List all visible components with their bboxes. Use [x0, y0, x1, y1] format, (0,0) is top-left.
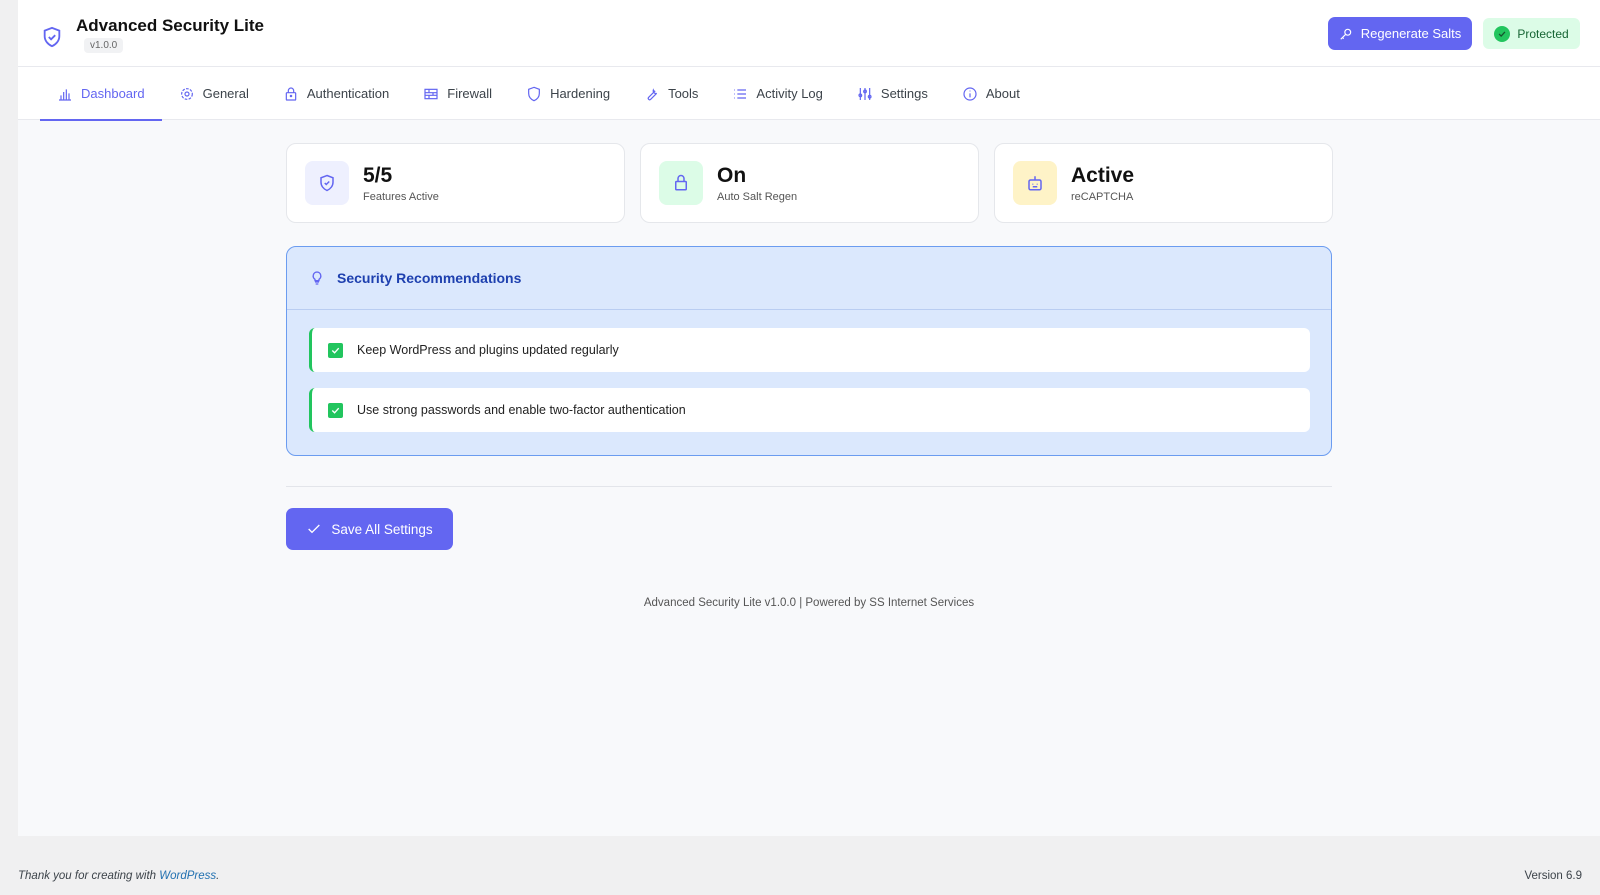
tab-about[interactable]: About	[945, 67, 1037, 120]
lock-icon	[659, 161, 703, 205]
recommendation-item: Keep WordPress and plugins updated regul…	[309, 328, 1310, 372]
shield-icon	[528, 86, 540, 101]
wordpress-link[interactable]: WordPress	[159, 870, 216, 882]
version-badge: v1.0.0	[84, 38, 124, 53]
tab-label: Tools	[668, 86, 699, 101]
save-label: Save All Settings	[331, 521, 433, 537]
shield-logo-icon	[43, 26, 61, 48]
tab-hardening[interactable]: Hardening	[509, 67, 627, 120]
recommendation-text: Use strong passwords and enable two-fact…	[357, 403, 686, 417]
tab-label: Settings	[880, 86, 928, 101]
stat-label: reCAPTCHA	[1071, 190, 1134, 203]
check-circle-icon	[1494, 25, 1511, 42]
plugin-footer: Advanced Security Lite v1.0.0 | Powered …	[643, 597, 975, 609]
tab-label: General	[202, 86, 249, 101]
tab-firewall[interactable]: Firewall	[406, 67, 509, 120]
tab-label: Activity Log	[756, 86, 823, 101]
status-label: Protected	[1517, 26, 1569, 41]
lock-icon	[285, 86, 297, 101]
status-badge: Protected	[1483, 18, 1580, 49]
shield-check-icon	[305, 161, 349, 205]
app-title: Advanced Security Lite	[76, 16, 265, 35]
period: .	[216, 870, 220, 882]
stat-cards: 5/5 Features Active On Auto Salt Regen Act…	[286, 143, 1333, 223]
list-icon	[734, 88, 747, 99]
save-all-settings-button[interactable]: Save All Settings	[286, 508, 453, 550]
tab-activity-log[interactable]: Activity Log	[715, 67, 839, 120]
thanks-text: Thank you for creating with	[18, 870, 160, 882]
tab-authentication[interactable]: Authentication	[266, 67, 406, 120]
check-icon	[328, 402, 343, 418]
tab-label: Dashboard	[81, 86, 145, 101]
stat-value: Active	[1071, 163, 1135, 187]
check-icon	[328, 342, 343, 358]
tab-dashboard[interactable]: Dashboard	[40, 67, 162, 121]
tab-label: Authentication	[306, 86, 390, 101]
tab-label: Firewall	[447, 86, 493, 101]
gear-icon	[180, 87, 193, 100]
tab-label: About	[985, 86, 1020, 101]
tab-bar: Dashboard General Authentication Firewal…	[18, 67, 1600, 121]
key-icon	[1340, 28, 1352, 40]
sliders-icon	[858, 87, 872, 100]
wp-version: Version 6.9	[1524, 870, 1582, 882]
stat-value: On	[717, 163, 747, 187]
stat-label: Features Active	[363, 190, 439, 203]
plugin-page: Advanced Security Lite v1.0.0 Regenerate…	[18, 0, 1600, 836]
tab-settings[interactable]: Settings	[840, 67, 945, 120]
info-icon	[963, 86, 977, 101]
wrench-icon	[647, 87, 658, 100]
stat-label: Auto Salt Regen	[717, 190, 798, 203]
stat-value: 5/5	[363, 163, 393, 187]
security-recommendations-panel: Security Recommendations Keep WordPress …	[286, 246, 1332, 456]
lightbulb-icon	[312, 271, 322, 285]
stat-card-recaptcha: Active reCAPTCHA	[994, 143, 1333, 223]
stat-card-features: 5/5 Features Active	[286, 143, 625, 223]
stat-card-salt-regen: On Auto Salt Regen	[640, 143, 979, 223]
tab-label: Hardening	[550, 86, 611, 101]
wp-footer-thanks: Thank you for creating with WordPress.	[18, 870, 219, 882]
panel-title: Security Recommendations	[337, 270, 522, 286]
check-icon	[308, 524, 321, 534]
firewall-icon	[424, 88, 438, 99]
tab-tools[interactable]: Tools	[627, 67, 715, 120]
divider	[286, 486, 1332, 487]
tab-general[interactable]: General	[162, 67, 266, 120]
header: Advanced Security Lite v1.0.0 Regenerate…	[18, 0, 1600, 67]
recommendation-item: Use strong passwords and enable two-fact…	[309, 388, 1310, 432]
robot-icon	[1013, 161, 1057, 205]
regenerate-salts-label: Regenerate Salts	[1360, 26, 1462, 41]
recommendation-text: Keep WordPress and plugins updated regul…	[357, 343, 619, 357]
chart-icon	[59, 88, 71, 101]
regenerate-salts-button[interactable]: Regenerate Salts	[1328, 17, 1472, 50]
